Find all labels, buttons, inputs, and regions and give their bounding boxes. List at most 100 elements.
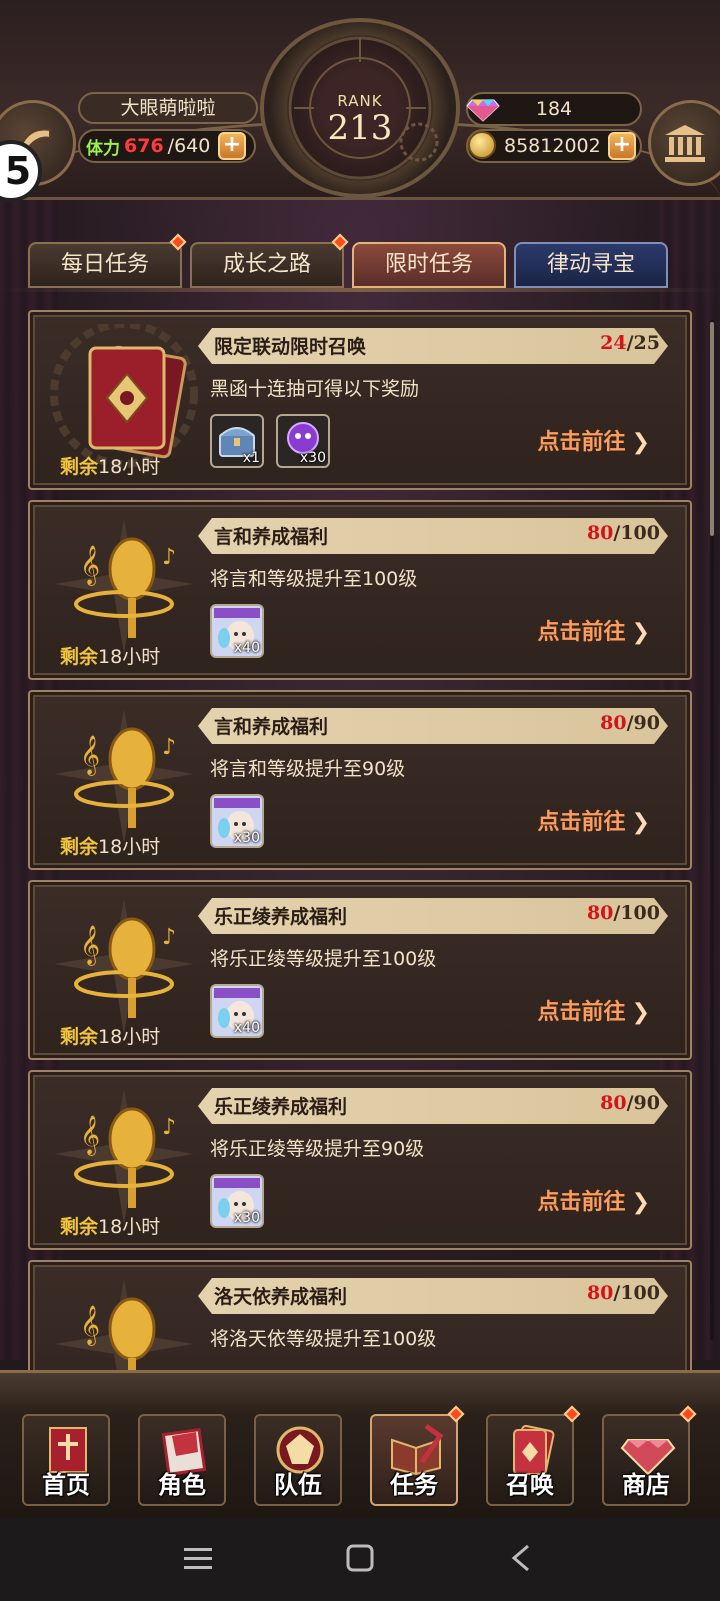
add-stamina-button[interactable]: + — [218, 132, 246, 160]
task-title: 言和养成福利 — [214, 526, 329, 548]
task-title: 乐正绫养成福利 — [214, 1096, 348, 1118]
reward-list: x30 — [210, 794, 264, 848]
svg-text:♪: ♪ — [162, 925, 176, 950]
task-description: 将言和等级提升至100级 — [210, 568, 418, 590]
go-label: 点击前往 — [537, 620, 626, 645]
remaining-time: 剩余18小时 — [60, 832, 160, 859]
nav-shop[interactable]: 商店 — [602, 1405, 697, 1506]
tab-label: 限时任务 — [384, 252, 473, 277]
nav-label: 商店 — [622, 1471, 670, 1499]
svg-text:♪: ♪ — [162, 735, 176, 760]
reward-item[interactable]: x40 — [210, 604, 264, 658]
remaining-time: 剩余18小时 — [60, 1212, 160, 1239]
nav-team[interactable]: 队伍 — [254, 1414, 342, 1506]
go-label: 点击前往 — [537, 1190, 626, 1215]
go-button[interactable]: 点击前往 ❯ — [538, 1184, 650, 1216]
reward-list: x40 — [210, 604, 264, 658]
task-card: 𝄞 ♪ 剩余18小时 乐正绫养成福利 80/90 将乐正绫等级提升至90级 x3… — [28, 1070, 692, 1250]
reward-item[interactable]: x1 — [210, 414, 264, 468]
nav-character[interactable]: 角色 — [138, 1414, 226, 1506]
chevron-right-icon: ❯ — [631, 430, 650, 455]
progress-current: 80 — [586, 1282, 614, 1304]
task-progress: 80/100 — [587, 902, 660, 924]
progress-current: 80 — [586, 902, 614, 924]
remaining-time: 剩余18小时 — [60, 452, 160, 479]
reward-list: x1 x30 — [210, 414, 330, 468]
go-button[interactable]: 点击前往 ❯ — [538, 994, 650, 1026]
progress-current: 24 — [600, 332, 627, 354]
level-text: 5 — [4, 149, 32, 193]
nav-home[interactable]: 首页 — [22, 1414, 110, 1506]
tab-daily-tasks[interactable]: 每日任务 — [28, 233, 187, 288]
tab-growth-path[interactable]: 成长之路 — [190, 233, 349, 288]
progress-max: /25 — [626, 332, 660, 354]
nav-tasks[interactable]: 任务 — [370, 1405, 465, 1506]
reward-quantity: x30 — [233, 1210, 260, 1226]
task-description: 将乐正绫等级提升至90级 — [210, 1138, 425, 1160]
chevron-right-icon: ❯ — [631, 620, 650, 645]
svg-text:𝄞: 𝄞 — [80, 545, 100, 586]
rank-value: 213 — [327, 108, 393, 148]
chevron-right-icon: ❯ — [631, 810, 650, 835]
reward-quantity: x1 — [242, 450, 260, 466]
task-description: 将言和等级提升至90级 — [210, 758, 406, 780]
stamina-max: /640 — [167, 135, 211, 157]
nav-label: 角色 — [158, 1471, 206, 1499]
task-progress: 80/90 — [600, 712, 660, 734]
temple-icon — [665, 125, 705, 162]
tab-label: 律动寻宝 — [546, 252, 635, 277]
reward-item[interactable]: x30 — [210, 794, 264, 848]
player-name: 大眼萌啦啦 — [78, 92, 258, 124]
chevron-right-icon: ❯ — [631, 1000, 650, 1025]
task-list[interactable]: 剩余18小时 限定联动限时召唤 24/25 黑函十连抽可得以下奖励 x1 x30 — [28, 310, 692, 1370]
svg-text:𝄞: 𝄞 — [80, 1305, 100, 1346]
reward-item[interactable]: x30 — [210, 1174, 264, 1228]
nav-label: 召唤 — [506, 1471, 554, 1499]
go-button[interactable]: 点击前往 ❯ — [538, 804, 650, 836]
home-icon[interactable] — [340, 1540, 380, 1576]
stamina-label: 体力 — [86, 138, 120, 159]
remaining-time: 剩余18小时 — [60, 1022, 160, 1049]
task-title: 言和养成福利 — [214, 716, 329, 738]
svg-text:𝄞: 𝄞 — [80, 735, 100, 776]
svg-text:♪: ♪ — [162, 545, 176, 570]
go-button[interactable]: 点击前往 ❯ — [538, 614, 650, 646]
remaining-value: 18小时 — [98, 836, 161, 858]
recent-apps-icon[interactable] — [178, 1540, 218, 1576]
remaining-value: 18小时 — [98, 1216, 161, 1238]
remaining-label: 剩余 — [60, 1216, 99, 1238]
progress-max: /90 — [626, 1092, 660, 1114]
tab-rhythm-treasure[interactable]: 律动寻宝 — [514, 242, 668, 288]
back-icon[interactable] — [502, 1540, 542, 1576]
go-button[interactable]: 点击前往 ❯ — [538, 424, 650, 456]
stamina-current: 676 — [124, 135, 164, 157]
reward-list: x40 — [210, 984, 264, 1038]
task-progress: 80/100 — [587, 522, 660, 544]
scrollbar-thumb[interactable] — [710, 322, 714, 536]
nav-label: 队伍 — [274, 1471, 322, 1499]
progress-max: /100 — [613, 522, 660, 544]
remaining-value: 18小时 — [98, 456, 161, 478]
nav-label: 首页 — [42, 1471, 90, 1499]
reward-item[interactable]: x40 — [210, 984, 264, 1038]
reward-item[interactable]: x30 — [276, 414, 330, 468]
task-description: 黑函十连抽可得以下奖励 — [210, 378, 420, 400]
tab-label: 每日任务 — [60, 252, 149, 277]
remaining-value: 18小时 — [98, 646, 161, 668]
svg-text:𝄞: 𝄞 — [80, 1115, 100, 1156]
nav-summon[interactable]: 召唤 — [486, 1405, 581, 1506]
svg-text:♪: ♪ — [162, 1115, 176, 1140]
reward-list: x30 — [210, 1174, 264, 1228]
task-tabs: 每日任务 成长之路 限时任务 律动寻宝 — [28, 233, 668, 288]
go-label: 点击前往 — [537, 430, 626, 455]
tab-label: 成长之路 — [222, 252, 311, 277]
task-progress: 24/25 — [600, 332, 660, 354]
task-card: 𝄞 ♪ 剩余18小时 言和养成福利 80/90 将言和等级提升至90级 x30 … — [28, 690, 692, 870]
gold-coin-icon — [468, 131, 496, 159]
task-description: 将洛天依等级提升至100级 — [210, 1328, 437, 1350]
add-coins-button[interactable]: + — [608, 132, 636, 160]
svg-text:𝄞: 𝄞 — [80, 925, 100, 966]
task-title: 洛天依养成福利 — [214, 1286, 348, 1308]
remaining-label: 剩余 — [60, 836, 99, 858]
tab-limited-tasks[interactable]: 限时任务 — [352, 242, 506, 288]
